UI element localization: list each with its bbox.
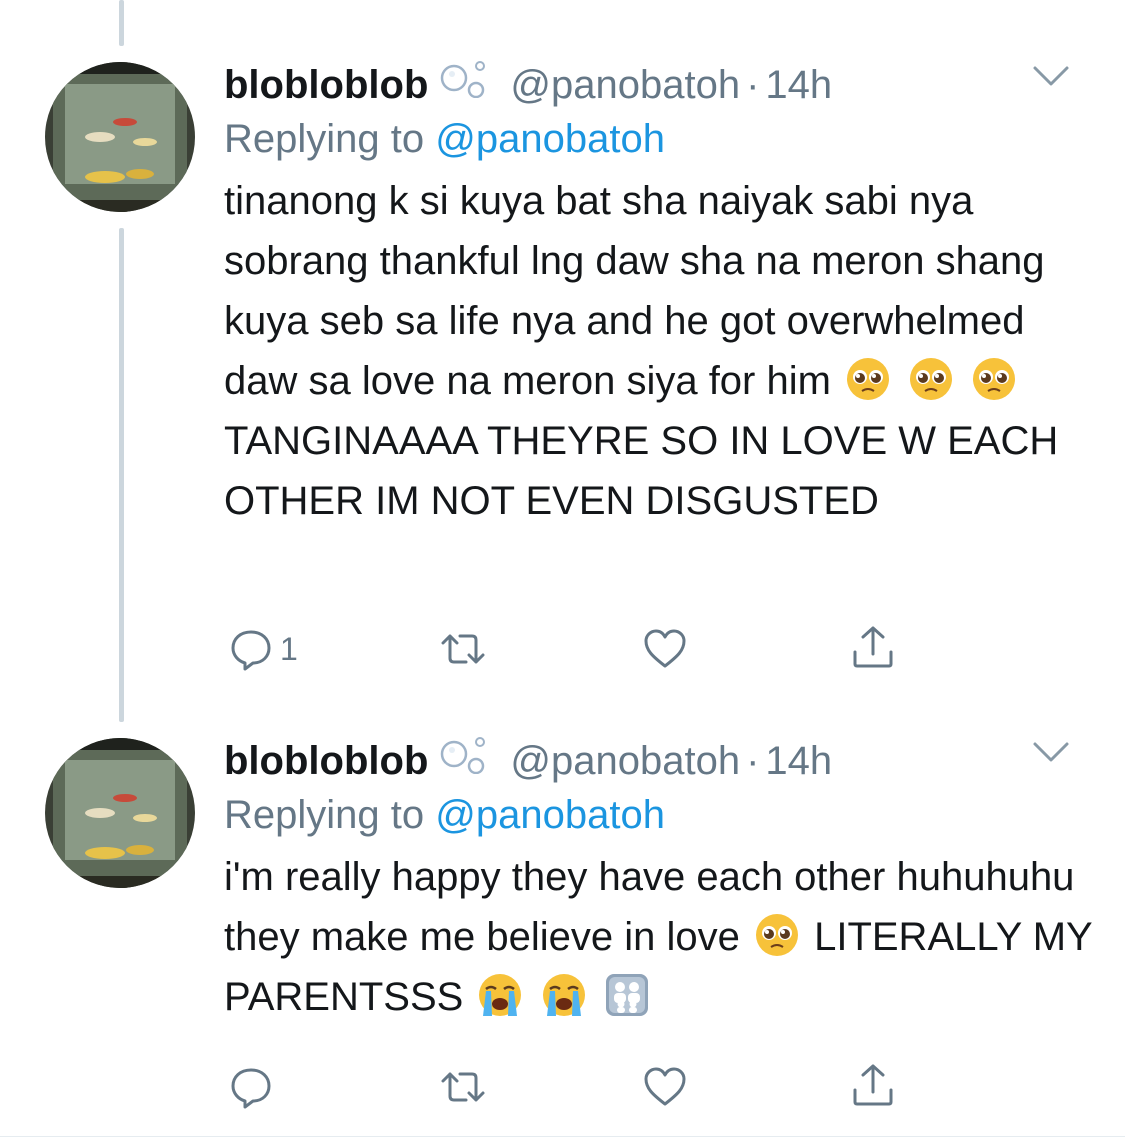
share-icon: [853, 1064, 893, 1106]
tweet-text-part: TANGINAAAA THEYRE SO IN LOVE W EACH OTHE…: [224, 419, 1059, 523]
display-name[interactable]: blobloblob: [224, 737, 428, 785]
separator-dot: ·: [746, 739, 760, 783]
bubbles-icon: [441, 737, 486, 774]
bubbles-icon: [441, 61, 486, 98]
chevron-down-icon[interactable]: [1031, 738, 1071, 766]
retweet-button[interactable]: [440, 1064, 486, 1110]
user-handle[interactable]: @panobatoh: [510, 737, 740, 785]
tweet-2: blobloblob @panobatoh · 14h Replying to …: [224, 734, 1095, 1027]
heart-icon: [644, 1067, 686, 1106]
tweet-header: blobloblob @panobatoh · 14h: [224, 58, 1095, 109]
reply-button[interactable]: 1: [228, 626, 298, 672]
timestamp[interactable]: 14h: [765, 737, 832, 785]
reply-icon: [231, 630, 271, 671]
avatar[interactable]: [45, 738, 195, 888]
bottom-divider: [0, 1136, 1125, 1137]
timestamp[interactable]: 14h: [765, 61, 832, 109]
retweet-icon: [441, 634, 485, 664]
pleading-face-icon: [847, 358, 890, 400]
share-button[interactable]: [850, 624, 896, 670]
user-handle[interactable]: @panobatoh: [510, 61, 740, 109]
tweet-text: tinanong k si kuya bat sha naiyak sabi n…: [224, 171, 1095, 531]
pleading-face-icon: [973, 358, 1016, 400]
tweet-text: i'm really happy they have each other hu…: [224, 847, 1095, 1027]
share-icon: [853, 626, 893, 668]
retweet-button[interactable]: [440, 626, 486, 672]
replying-to-mention[interactable]: @panobatoh: [435, 117, 665, 161]
reply-count: 1: [280, 630, 298, 667]
replying-to-mention[interactable]: @panobatoh: [435, 793, 665, 837]
replying-to-line: Replying to @panobatoh: [224, 113, 1095, 165]
avatar[interactable]: [45, 62, 195, 212]
pleading-face-icon: [755, 914, 798, 956]
replying-to-label: Replying to: [224, 793, 425, 837]
thread-line-middle: [119, 228, 124, 722]
like-button[interactable]: [642, 626, 688, 672]
reply-button[interactable]: [228, 1064, 280, 1110]
share-button[interactable]: [850, 1062, 896, 1108]
replying-to-line: Replying to @panobatoh: [224, 789, 1095, 841]
tweet-header: blobloblob @panobatoh · 14h: [224, 734, 1095, 785]
thread-line-top: [119, 0, 124, 46]
tweet-1: blobloblob @panobatoh · 14h Replying to …: [224, 58, 1095, 531]
replying-to-label: Replying to: [224, 117, 425, 161]
loudly-crying-face-icon: [542, 974, 585, 1016]
family-icon: [605, 974, 648, 1016]
loudly-crying-face-icon: [479, 974, 522, 1016]
chevron-down-icon[interactable]: [1031, 62, 1071, 90]
retweet-icon: [441, 1072, 485, 1102]
display-name[interactable]: blobloblob: [224, 61, 428, 109]
heart-icon: [644, 629, 686, 668]
separator-dot: ·: [746, 63, 760, 107]
reply-icon: [231, 1068, 271, 1109]
pleading-face-icon: [910, 358, 953, 400]
like-button[interactable]: [642, 1064, 688, 1110]
